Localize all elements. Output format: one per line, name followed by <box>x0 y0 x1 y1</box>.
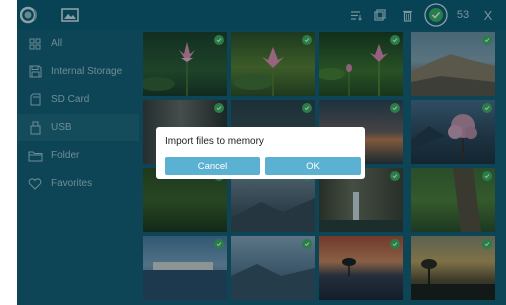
import-dialog: Import files to memory Cancel OK <box>156 127 365 179</box>
gallery-screen: 53 X All Internal Storage SD Card USB Fo… <box>17 0 506 305</box>
ok-button[interactable]: OK <box>265 157 361 175</box>
dialog-title: Import files to memory <box>165 136 264 147</box>
cancel-button[interactable]: Cancel <box>165 157 260 175</box>
